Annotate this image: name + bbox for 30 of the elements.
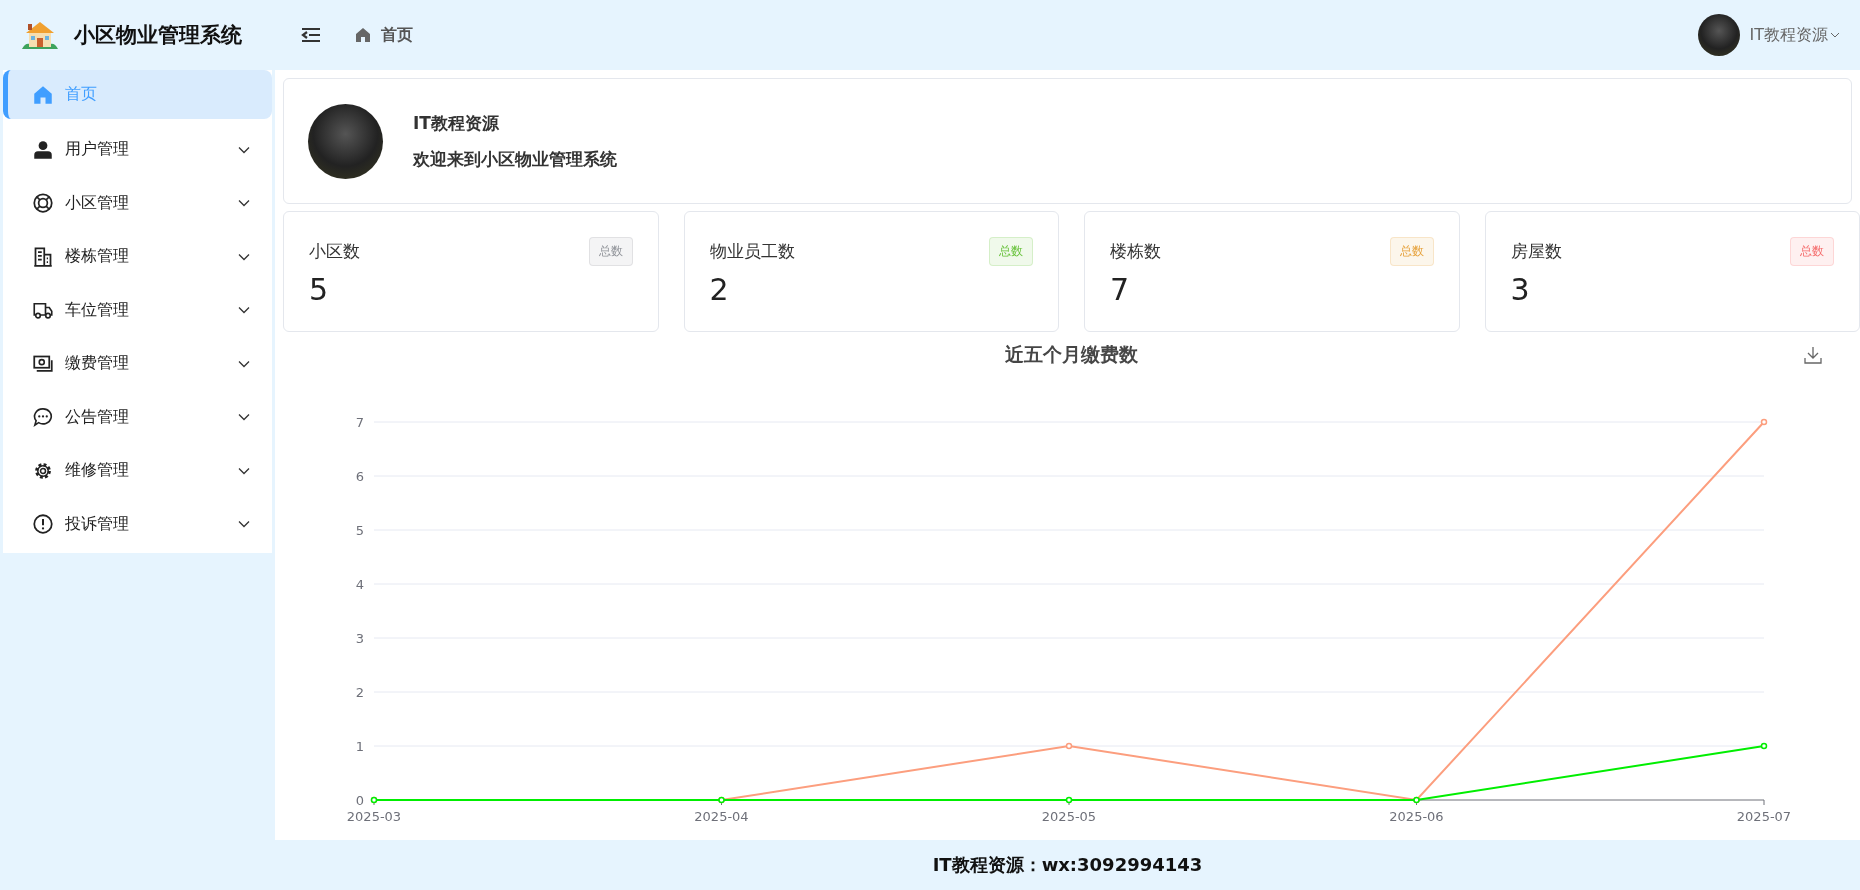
stat-value: 5 xyxy=(309,272,330,307)
tag: 总数 xyxy=(989,237,1033,266)
stat-value: 3 xyxy=(1510,272,1531,307)
axis-label: 2 xyxy=(355,685,364,700)
footer-text: IT教程资源：wx:3092994143 xyxy=(932,853,1203,877)
axis-label: 4 xyxy=(355,577,364,592)
welcome-message: 欢迎来到小区物业管理系统 xyxy=(413,147,617,171)
stat-value: 7 xyxy=(1110,272,1131,307)
tag: 总数 xyxy=(1389,237,1434,266)
axis-label: 2025-04 xyxy=(694,809,749,824)
tag: 总数 xyxy=(1790,237,1834,266)
stat-value: 2 xyxy=(709,272,730,307)
stat-label: 小区数 xyxy=(309,240,360,263)
axis-label: 7 xyxy=(355,415,364,430)
axis-label: 2025-07 xyxy=(1736,809,1792,824)
stat-label: 物业员工数 xyxy=(709,240,795,263)
tag: 总数 xyxy=(588,237,633,266)
axis-label: 2025-03 xyxy=(346,809,402,824)
axis-label: 2025-06 xyxy=(1389,809,1444,824)
chart-title: 近五个月缴费数 xyxy=(1005,342,1138,367)
axis-label: 6 xyxy=(355,469,364,484)
axis-label: 1 xyxy=(355,739,364,754)
axis-label: 2025-05 xyxy=(1041,809,1097,824)
axis-label: 0 xyxy=(355,793,364,808)
stat-label: 房屋数 xyxy=(1510,240,1562,263)
user-name: IT教程资源 xyxy=(413,111,500,135)
stat-label: 楼栋数 xyxy=(1110,240,1161,263)
app-title: 小区物业管理系统 xyxy=(74,22,242,49)
axis-label: 3 xyxy=(355,631,364,646)
axis-label: 5 xyxy=(355,523,364,538)
